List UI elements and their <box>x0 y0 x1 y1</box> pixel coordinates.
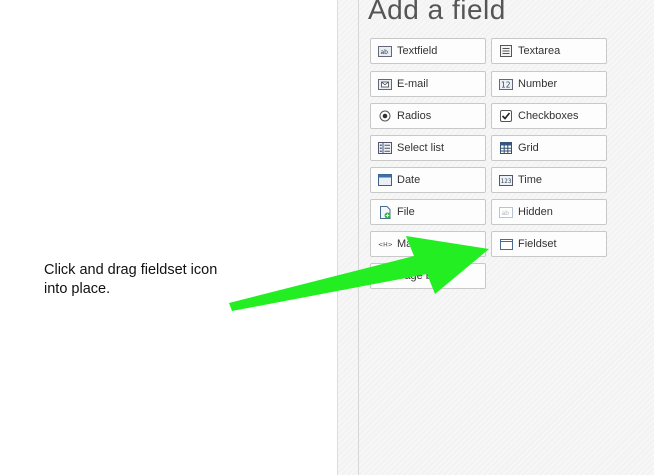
svg-text:<H>: <H> <box>378 242 392 249</box>
radios-label: Radios <box>397 110 432 122</box>
instruction-caption: Click and drag fieldset icon into place. <box>44 262 218 297</box>
textfield-label: Textfield <box>397 45 438 57</box>
select-list-label: Select list <box>397 142 445 154</box>
time-label: Time <box>518 174 543 186</box>
fieldset-label: Fieldset <box>518 238 557 250</box>
time-icon: 123 <box>499 174 513 186</box>
radio-icon <box>378 110 392 122</box>
svg-text:ab: ab <box>381 49 389 56</box>
textarea-button[interactable]: Textarea <box>491 38 607 64</box>
file-button[interactable]: File <box>370 199 486 225</box>
markup-label: Markup <box>397 238 434 250</box>
hidden-button[interactable]: ab Hidden <box>491 199 607 225</box>
textfield-icon: ab <box>378 45 392 57</box>
panel-title: Add a field <box>368 0 506 25</box>
grid-label: Grid <box>518 142 539 154</box>
hidden-field-icon: ab <box>499 206 513 218</box>
checkboxes-button[interactable]: Checkboxes <box>491 103 607 129</box>
number-label: Number <box>518 78 558 90</box>
grid-icon <box>499 142 513 154</box>
number-button[interactable]: 12 Number <box>491 71 607 97</box>
time-button[interactable]: 123 Time <box>491 167 607 193</box>
hidden-label: Hidden <box>518 206 553 218</box>
file-upload-icon <box>378 205 392 219</box>
number-icon: 12 <box>499 78 513 90</box>
fieldset-button[interactable]: Fieldset <box>491 231 607 257</box>
markup-button[interactable]: <H> Markup <box>370 231 486 257</box>
file-label: File <box>397 206 415 218</box>
textarea-icon <box>499 45 513 57</box>
svg-text:12: 12 <box>501 80 511 89</box>
radios-button[interactable]: Radios <box>370 103 486 129</box>
page-break-button[interactable]: Page break <box>370 263 486 289</box>
textarea-label: Textarea <box>518 45 561 57</box>
date-label: Date <box>397 174 421 186</box>
date-button[interactable]: Date <box>370 167 486 193</box>
checkboxes-label: Checkboxes <box>518 110 579 122</box>
markup-icon: <H> <box>378 238 392 250</box>
fieldset-icon <box>499 238 513 250</box>
panel-divider <box>358 0 359 475</box>
svg-text:123: 123 <box>501 178 512 185</box>
svg-text:ab: ab <box>502 210 510 217</box>
select-list-button[interactable]: Select list <box>370 135 486 161</box>
email-label: E-mail <box>397 78 429 90</box>
page-break-label: Page break <box>397 270 454 282</box>
page-break-icon <box>378 270 392 282</box>
checkbox-icon <box>499 110 513 122</box>
textfield-button[interactable]: ab Textfield <box>370 38 486 64</box>
calendar-icon <box>378 174 392 186</box>
email-icon <box>378 78 392 90</box>
select-list-icon <box>378 142 392 154</box>
grid-button[interactable]: Grid <box>491 135 607 161</box>
email-button[interactable]: E-mail <box>370 71 486 97</box>
